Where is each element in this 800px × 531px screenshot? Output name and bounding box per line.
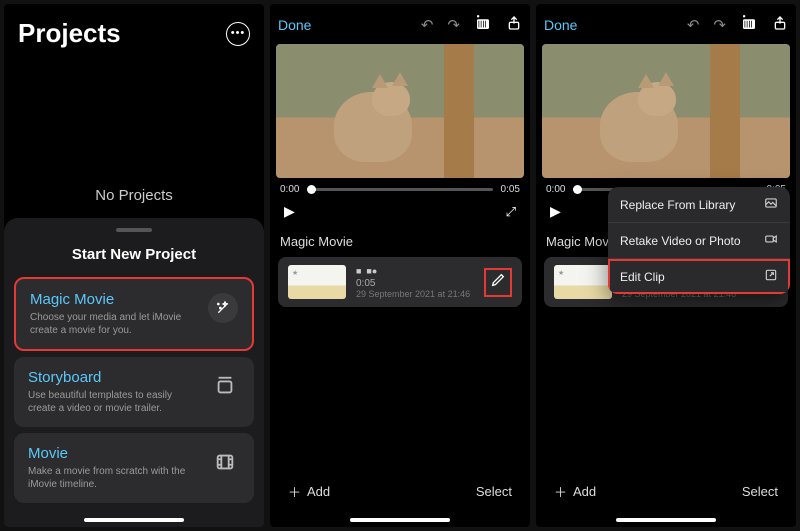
scrubber[interactable] xyxy=(307,188,492,191)
add-button[interactable]: ＋Add xyxy=(288,482,330,501)
sheet-title: Start New Project xyxy=(4,246,264,263)
editor-topbar: Done ↶ ↷ xyxy=(270,4,530,42)
plus-icon: ＋ xyxy=(554,482,567,501)
clip-type-icons: ■ ■● xyxy=(356,266,474,276)
image-icon xyxy=(764,196,778,213)
play-controls: ▶ ⤢ xyxy=(270,197,530,230)
play-icon[interactable]: ▶ xyxy=(550,203,561,220)
redo-icon[interactable]: ↷ xyxy=(713,16,726,34)
menu-edit-clip[interactable]: Edit Clip xyxy=(608,259,790,294)
wand-icon xyxy=(208,293,238,323)
home-indicator xyxy=(350,518,450,522)
video-preview[interactable] xyxy=(542,44,790,178)
option-desc: Use beautiful templates to easily create… xyxy=(28,389,200,415)
sheet-grabber[interactable] xyxy=(116,228,152,232)
camera-icon xyxy=(764,232,778,249)
done-button[interactable]: Done xyxy=(544,17,577,33)
menu-replace-library[interactable]: Replace From Library xyxy=(608,187,790,223)
done-button[interactable]: Done xyxy=(278,17,311,33)
section-title: Magic Movie xyxy=(270,230,530,257)
clip-duration: 0:05 xyxy=(356,278,474,289)
undo-icon[interactable]: ↶ xyxy=(421,16,434,34)
home-indicator xyxy=(84,518,184,522)
menu-retake[interactable]: Retake Video or Photo xyxy=(608,223,790,259)
time-bar: 0:00 0:05 xyxy=(270,180,530,197)
film-icon xyxy=(210,447,240,477)
fullscreen-icon[interactable]: ⤢ xyxy=(506,204,516,220)
time-end: 0:05 xyxy=(501,184,520,195)
option-title: Storyboard xyxy=(28,369,200,386)
clip-row[interactable]: ■ ■● 0:05 29 September 2021 at 21:46 xyxy=(278,257,522,307)
empty-state-label: No Projects xyxy=(4,187,264,204)
projects-screen: Projects ••• No Projects Start New Proje… xyxy=(4,4,264,527)
plus-icon: ＋ xyxy=(288,482,301,501)
header: Projects ••• xyxy=(4,4,264,57)
edit-clip-button[interactable] xyxy=(484,268,512,297)
option-movie[interactable]: Movie Make a movie from scratch with the… xyxy=(14,433,254,503)
editor-screen-menu: Done ↶ ↷ 0:00 0:05 ▶ ⤢ Magic Movie ■ ■● … xyxy=(536,4,796,527)
option-storyboard[interactable]: Storyboard Use beautiful templates to ea… xyxy=(14,357,254,427)
home-indicator xyxy=(616,518,716,522)
more-menu-button[interactable]: ••• xyxy=(226,22,250,46)
clip-action-menu: Replace From Library Retake Video or Pho… xyxy=(608,187,790,294)
clip-info: ■ ■● 0:05 29 September 2021 at 21:46 xyxy=(356,266,474,299)
new-project-sheet: Start New Project Magic Movie Choose you… xyxy=(4,218,264,527)
add-media-icon[interactable] xyxy=(740,14,758,36)
page-title: Projects xyxy=(18,18,121,49)
clip-thumbnail xyxy=(554,265,612,299)
add-button[interactable]: ＋Add xyxy=(554,482,596,501)
add-media-icon[interactable] xyxy=(474,14,492,36)
time-start: 0:00 xyxy=(280,184,299,195)
share-icon[interactable] xyxy=(772,15,788,35)
select-button[interactable]: Select xyxy=(742,484,778,499)
select-button[interactable]: Select xyxy=(476,484,512,499)
share-icon[interactable] xyxy=(506,15,522,35)
redo-icon[interactable]: ↷ xyxy=(447,16,460,34)
editor-screen: Done ↶ ↷ 0:00 0:05 ▶ ⤢ Magic Movie ■ ■● … xyxy=(270,4,530,527)
play-icon[interactable]: ▶ xyxy=(284,203,295,220)
option-desc: Make a movie from scratch with the iMovi… xyxy=(28,465,200,491)
time-start: 0:00 xyxy=(546,184,565,195)
option-magic-movie[interactable]: Magic Movie Choose your media and let iM… xyxy=(14,277,254,351)
undo-icon[interactable]: ↶ xyxy=(687,16,700,34)
storyboard-icon xyxy=(210,371,240,401)
clip-thumbnail xyxy=(288,265,346,299)
clip-date: 29 September 2021 at 21:46 xyxy=(356,289,474,299)
topbar-actions: ↶ ↷ xyxy=(421,14,522,36)
option-title: Magic Movie xyxy=(30,291,198,308)
option-title: Movie xyxy=(28,445,200,462)
option-desc: Choose your media and let iMovie create … xyxy=(30,311,198,337)
topbar-actions: ↶ ↷ xyxy=(687,14,788,36)
editor-topbar: Done ↶ ↷ xyxy=(536,4,796,42)
open-icon xyxy=(764,268,778,285)
video-preview[interactable] xyxy=(276,44,524,178)
